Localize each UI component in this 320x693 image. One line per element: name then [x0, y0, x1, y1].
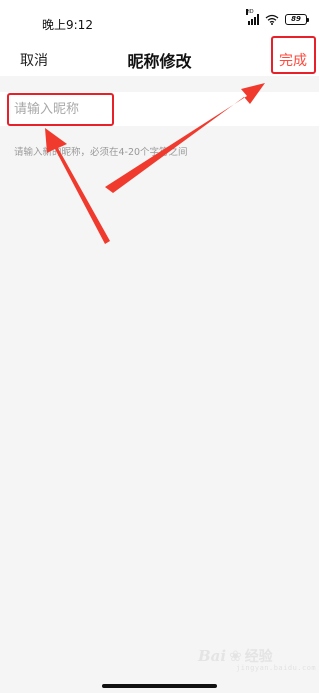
- watermark-brand: Bai: [198, 647, 227, 665]
- wifi-icon: [265, 14, 279, 25]
- paw-icon: ❀: [229, 647, 242, 665]
- done-highlight-box: [271, 36, 316, 74]
- input-highlight-box: [7, 93, 114, 126]
- watermark: Bai ❀ 经验: [198, 646, 273, 666]
- signal-tag: HD: [246, 9, 254, 15]
- battery-icon: 89: [285, 14, 309, 25]
- status-icons: HD 89: [246, 9, 309, 25]
- status-bar: 晚上9:12 HD 89: [0, 0, 319, 40]
- home-indicator[interactable]: [102, 684, 217, 688]
- watermark-url: jingyan.baidu.com: [236, 664, 317, 672]
- watermark-brand-cn: 经验: [244, 649, 273, 665]
- nickname-hint: 请输入新的昵称，必须在4-20个字符之间: [14, 147, 188, 158]
- content-area: 请输入新的昵称，必须在4-20个字符之间: [0, 76, 319, 693]
- signal-icon: HD: [246, 9, 259, 25]
- status-time: 晚上9:12: [42, 18, 93, 32]
- battery-level: 89: [291, 15, 301, 23]
